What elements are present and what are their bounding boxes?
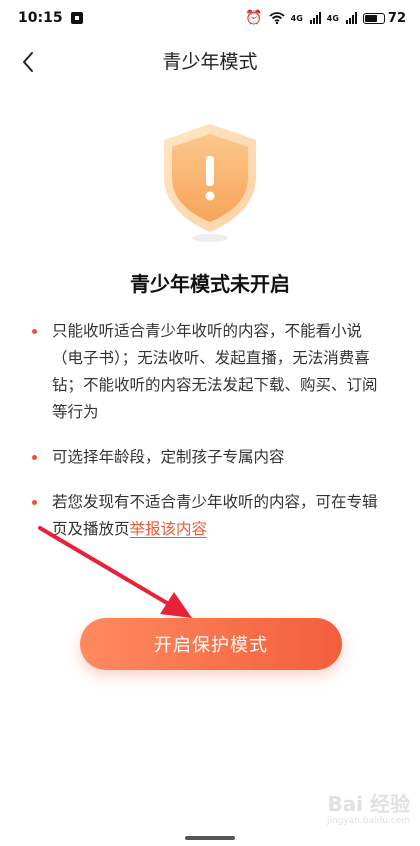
status-bar: 10:15 ⏰ 4G 4G 72 <box>0 0 420 36</box>
info-list: 只能收听适合青少年收听的内容，不能看小说（电子书）；无法收听、发起直播，无法消费… <box>30 318 390 561</box>
report-content-link[interactable]: 举报该内容 <box>130 520 208 538</box>
info-item: 可选择年龄段，定制孩子专属内容 <box>30 444 390 471</box>
info-item: 只能收听适合青少年收听的内容，不能看小说（电子书）；无法收听、发起直播，无法消费… <box>30 318 390 426</box>
shield-exclamation-icon <box>150 118 270 248</box>
wifi-icon <box>269 12 285 24</box>
info-item: 若您发现有不适合青少年收听的内容，可在专辑页及播放页举报该内容 <box>30 489 390 543</box>
signal-icon-2 <box>345 12 357 24</box>
info-item-text: 若您发现有不适合青少年收听的内容，可在专辑页及播放页 <box>52 493 378 538</box>
battery-indicator: 72 <box>362 10 406 26</box>
header: 青少年模式 <box>0 40 420 84</box>
status-left: 10:15 <box>18 10 83 26</box>
notification-icon <box>70 12 83 24</box>
info-item-text: 可选择年龄段，定制孩子专属内容 <box>52 448 285 466</box>
enable-protection-button[interactable]: 开启保护模式 <box>80 618 342 670</box>
watermark-logo: Bai 经验 jingyan.baidu.com <box>310 786 410 834</box>
signal-label-2: 4G <box>326 13 339 23</box>
alarm-icon: ⏰ <box>245 10 263 26</box>
watermark-text: Bai 经验 <box>327 792 410 816</box>
info-item-text: 只能收听适合青少年收听的内容，不能看小说（电子书）；无法收听、发起直播，无法消费… <box>52 322 378 421</box>
page-title: 青少年模式 <box>162 51 258 73</box>
status-right: ⏰ 4G 4G 72 <box>245 11 406 26</box>
status-time: 10:15 <box>18 10 63 26</box>
battery-percent: 72 <box>387 10 406 26</box>
home-indicator[interactable] <box>185 836 235 840</box>
signal-label-1: 4G <box>290 13 303 23</box>
signal-icon-1 <box>309 12 321 24</box>
battery-fill <box>364 14 378 22</box>
status-title: 青少年模式未开启 <box>130 272 290 296</box>
battery-icon <box>362 12 385 24</box>
watermark-sub: jingyan.baidu.com <box>326 816 410 826</box>
